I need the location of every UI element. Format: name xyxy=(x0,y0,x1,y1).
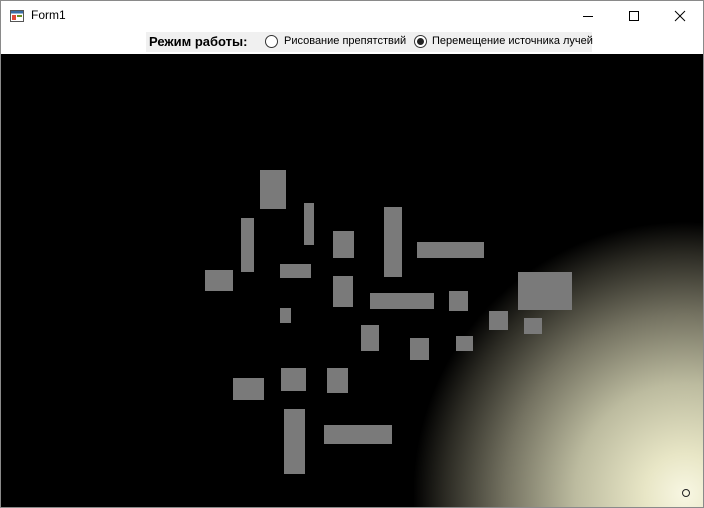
minimize-button[interactable] xyxy=(565,1,611,31)
obstacle xyxy=(205,270,233,291)
maximize-icon xyxy=(629,11,639,21)
obstacle xyxy=(284,409,305,474)
obstacle xyxy=(327,368,348,393)
radio-move-source[interactable] xyxy=(414,35,427,48)
radio-move-source-label[interactable]: Перемещение источника лучей xyxy=(432,35,593,47)
obstacle xyxy=(456,336,473,351)
window-title: Form1 xyxy=(31,8,66,22)
close-icon xyxy=(674,10,686,22)
obstacle xyxy=(233,378,264,400)
form-app-icon xyxy=(10,10,24,22)
obstacle xyxy=(281,368,306,391)
obstacle xyxy=(241,218,254,272)
obstacle xyxy=(370,293,434,309)
obstacle xyxy=(280,308,291,323)
mode-panel: Режим работы: Рисование препятствий Пере… xyxy=(146,32,593,52)
obstacle xyxy=(410,338,429,360)
radio-draw-obstacles[interactable] xyxy=(265,35,278,48)
maximize-button[interactable] xyxy=(611,1,657,31)
title-bar[interactable]: Form1 xyxy=(1,1,703,31)
radio-selected-dot xyxy=(417,38,424,45)
obstacle xyxy=(384,207,402,277)
obstacle xyxy=(324,425,392,444)
obstacle xyxy=(304,203,314,245)
close-button[interactable] xyxy=(657,1,703,31)
obstacle xyxy=(417,242,484,258)
drawing-canvas[interactable] xyxy=(1,54,703,507)
radio-draw-obstacles-label[interactable]: Рисование препятствий xyxy=(284,35,406,47)
minimize-icon xyxy=(583,16,593,17)
app-window: Form1 Режим работы: Рисование препятстви… xyxy=(0,0,704,508)
mode-label: Режим работы: xyxy=(149,34,248,49)
mode-toolbar: Режим работы: Рисование препятствий Пере… xyxy=(1,31,703,53)
light-source-handle[interactable] xyxy=(682,489,690,497)
obstacle xyxy=(518,272,572,310)
obstacle xyxy=(333,231,354,258)
obstacle xyxy=(280,264,311,278)
obstacle xyxy=(489,311,508,330)
obstacle xyxy=(361,325,379,351)
obstacle xyxy=(449,291,468,311)
obstacle xyxy=(260,170,286,209)
obstacle xyxy=(524,318,542,334)
obstacle xyxy=(333,276,353,307)
